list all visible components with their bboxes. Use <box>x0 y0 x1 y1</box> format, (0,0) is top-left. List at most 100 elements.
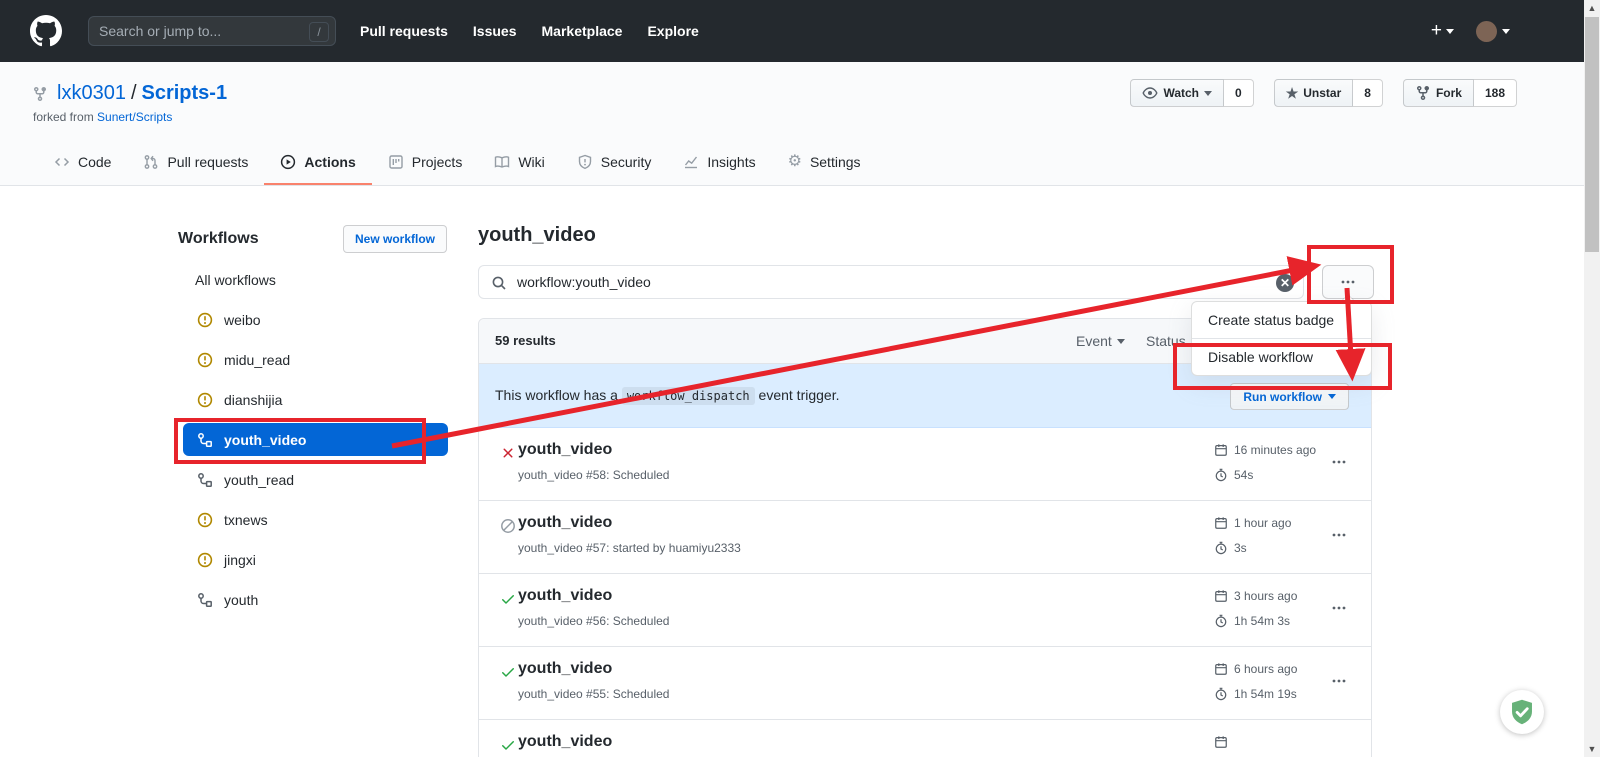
graph-icon <box>683 154 699 170</box>
chevron-down-icon <box>1117 339 1125 344</box>
chevron-down-icon <box>1328 394 1336 399</box>
run-title-link[interactable]: youth_video <box>518 660 612 678</box>
nav-explore[interactable]: Explore <box>647 23 698 39</box>
run-duration: 1h 54m 3s <box>1214 614 1290 628</box>
tab-label: Code <box>78 154 111 170</box>
repo-name-link[interactable]: Scripts-1 <box>142 82 228 105</box>
watch-label: Watch <box>1163 86 1199 100</box>
event-filter-dropdown[interactable]: Event <box>1076 333 1125 349</box>
user-menu[interactable] <box>1476 21 1510 42</box>
clear-filter-button[interactable]: ✕ <box>1276 274 1294 292</box>
run-title-link[interactable]: youth_video <box>518 587 612 605</box>
sidebar-item-youth[interactable]: youth <box>183 583 448 616</box>
repo-actions: Watch 0 ★ Unstar 8 Fork 188 <box>1130 79 1517 107</box>
menu-item-create-status-badge[interactable]: Create status badge <box>1192 302 1371 338</box>
chevron-down-icon <box>1502 29 1510 34</box>
run-title-link[interactable]: youth_video <box>518 733 612 751</box>
create-new-menu[interactable]: + <box>1431 20 1454 42</box>
run-subtitle: youth_video #56: Scheduled <box>518 614 669 628</box>
fork-button[interactable]: Fork <box>1403 79 1474 107</box>
watch-count[interactable]: 0 <box>1224 79 1254 107</box>
fork-source-link[interactable]: Sunert/Scripts <box>97 110 172 124</box>
menu-item-disable-workflow[interactable]: Disable workflow <box>1192 338 1371 375</box>
nav-pull-requests[interactable]: Pull requests <box>360 23 448 39</box>
scrollbar-down-arrow[interactable]: ▼ <box>1584 741 1600 757</box>
browser-scrollbar[interactable]: ▲ ▼ <box>1584 0 1600 757</box>
run-options-button[interactable] <box>1331 527 1355 547</box>
nav-issues[interactable]: Issues <box>473 23 517 39</box>
runs-filter-input[interactable] <box>517 266 1247 298</box>
scrollbar-up-arrow[interactable]: ▲ <box>1584 0 1600 16</box>
run-subtitle: youth_video #58: Scheduled <box>518 468 669 482</box>
status-filter-label: Status <box>1146 333 1186 349</box>
calendar-icon <box>1214 589 1228 603</box>
nav-marketplace[interactable]: Marketplace <box>542 23 623 39</box>
scrollbar-thumb[interactable] <box>1585 17 1599 252</box>
workflow-icon <box>197 432 213 448</box>
green-shield-check-icon <box>1508 698 1536 726</box>
play-circle-icon <box>280 154 296 170</box>
tab-label: Insights <box>707 154 755 170</box>
sidebar-item-youth-read[interactable]: youth_read <box>183 463 448 496</box>
fork-note: forked from Sunert/Scripts <box>33 110 172 124</box>
global-search-input[interactable] <box>99 17 299 45</box>
run-workflow-button[interactable]: Run workflow <box>1230 383 1349 410</box>
calendar-icon <box>1214 662 1228 676</box>
avatar <box>1476 21 1497 42</box>
repo-tabs: Code Pull requests Actions Projects Wiki… <box>38 143 877 185</box>
sidebar-item-dianshijia[interactable]: dianshijia <box>183 383 448 416</box>
results-count: 59 results <box>495 333 556 348</box>
run-options-button[interactable] <box>1331 454 1355 474</box>
global-header: / Pull requests Issues Marketplace Explo… <box>0 0 1600 62</box>
new-workflow-button[interactable]: New workflow <box>343 225 447 253</box>
run-row: youth_video youth_video #58: Scheduled 1… <box>479 428 1371 501</box>
workflow-icon <box>197 592 213 608</box>
run-time <box>1214 735 1234 749</box>
run-options-button[interactable] <box>1331 673 1355 693</box>
run-options-button[interactable] <box>1331 600 1355 620</box>
run-duration: 1h 54m 19s <box>1214 687 1297 701</box>
gear-icon: ⚙ <box>788 154 802 170</box>
tab-wiki[interactable]: Wiki <box>478 143 560 185</box>
sidebar-item-all-workflows[interactable]: All workflows <box>183 263 448 296</box>
tab-insights[interactable]: Insights <box>667 143 771 185</box>
run-time: 6 hours ago <box>1214 662 1297 676</box>
calendar-icon <box>1214 443 1228 457</box>
sidebar-item-youth-video[interactable]: youth_video <box>183 423 448 456</box>
tab-label: Wiki <box>518 154 544 170</box>
fork-count[interactable]: 188 <box>1474 79 1517 107</box>
code-icon <box>54 154 70 170</box>
tab-security[interactable]: Security <box>561 143 668 185</box>
alert-icon <box>197 512 213 528</box>
kebab-icon <box>1340 274 1356 290</box>
adguard-badge[interactable] <box>1500 690 1544 734</box>
run-duration: 54s <box>1214 468 1253 482</box>
run-title-link[interactable]: youth_video <box>518 441 612 459</box>
workflow-label: youth_video <box>224 432 306 448</box>
tab-actions[interactable]: Actions <box>264 143 371 185</box>
calendar-icon <box>1214 735 1228 749</box>
github-logo-icon[interactable] <box>30 15 62 47</box>
tab-settings[interactable]: ⚙ Settings <box>772 143 877 185</box>
run-title-link[interactable]: youth_video <box>518 514 612 532</box>
tab-projects[interactable]: Projects <box>372 143 479 185</box>
sidebar-item-txnews[interactable]: txnews <box>183 503 448 536</box>
banner-text-after: event trigger. <box>759 387 840 403</box>
sidebar-item-midu-read[interactable]: midu_read <box>183 343 448 376</box>
tab-code[interactable]: Code <box>38 143 127 185</box>
event-filter-label: Event <box>1076 333 1112 349</box>
tab-label: Settings <box>810 154 861 170</box>
unstar-button[interactable]: ★ Unstar <box>1274 79 1354 107</box>
project-icon <box>388 154 404 170</box>
watch-button[interactable]: Watch <box>1130 79 1224 107</box>
sidebar-item-weibo[interactable]: weibo <box>183 303 448 336</box>
workflow-label: midu_read <box>224 352 290 368</box>
repo-owner-link[interactable]: lxk0301 <box>57 82 126 105</box>
stopwatch-icon <box>1214 468 1228 482</box>
tab-pull-requests[interactable]: Pull requests <box>127 143 264 185</box>
search-icon <box>491 275 507 291</box>
star-count[interactable]: 8 <box>1353 79 1383 107</box>
workflow-icon <box>197 472 213 488</box>
workflows-heading: Workflows <box>178 230 259 248</box>
sidebar-item-jingxi[interactable]: jingxi <box>183 543 448 576</box>
